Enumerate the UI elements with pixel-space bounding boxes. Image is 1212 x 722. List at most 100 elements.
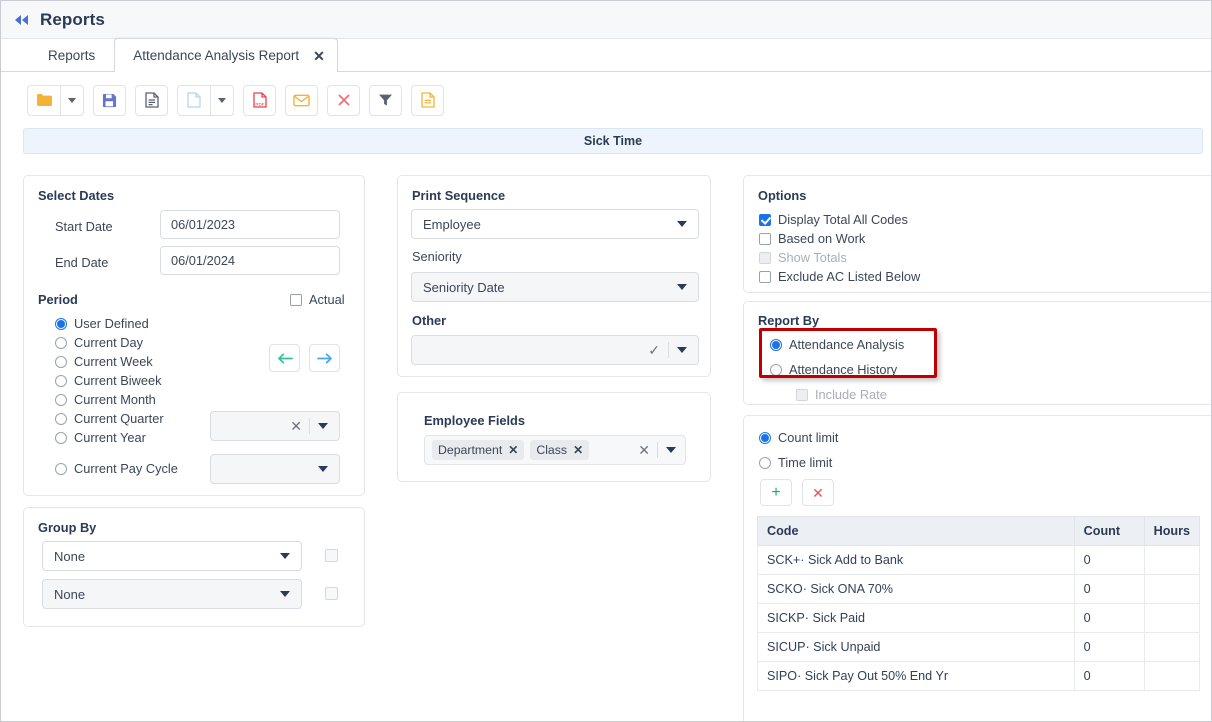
pay-cycle-select[interactable] [210, 454, 340, 484]
period-option-current-biweek[interactable]: Current Biweek [55, 373, 161, 388]
remove-code-button[interactable]: ✕ [802, 479, 834, 506]
column-header-hours[interactable]: Hours [1143, 516, 1201, 546]
group-by-first-select[interactable]: None [42, 541, 302, 571]
period-option-label: User Defined [74, 316, 149, 331]
seniority-select[interactable]: Seniority Date [411, 272, 699, 302]
radio-time-limit[interactable] [759, 456, 771, 469]
column-header-code[interactable]: Code [757, 516, 1075, 546]
delete-button[interactable] [327, 84, 360, 116]
radio-user-defined[interactable] [55, 317, 67, 330]
chip-remove-icon[interactable]: ✕ [573, 443, 583, 457]
limit-and-codes-panel: Count limit Time limit + ✕ Code Count Ho… [743, 415, 1211, 721]
period-option-label: Current Month [74, 392, 156, 407]
report-by-attendance-analysis[interactable]: Attendance Analysis [770, 337, 904, 352]
filter-button[interactable] [369, 84, 402, 116]
tab-close-icon[interactable]: ✕ [313, 49, 325, 63]
radio-current-day[interactable] [55, 336, 67, 349]
tab-reports[interactable]: Reports [29, 38, 114, 71]
radio-attendance-analysis[interactable] [770, 338, 782, 351]
cell-code: SCK+· Sick Add to Bank [757, 545, 1075, 575]
group-by-panel: Group By None None [23, 507, 365, 627]
chip-remove-icon[interactable]: ✕ [508, 443, 518, 457]
chip-class[interactable]: Class ✕ [530, 440, 590, 460]
period-option-current-month[interactable]: Current Month [55, 392, 156, 407]
export-pdf-button[interactable]: PDF [243, 84, 276, 116]
cell-code: SICKP· Sick Paid [757, 603, 1075, 633]
clear-all-icon[interactable]: ✕ [638, 443, 657, 457]
group-by-second-select[interactable]: None [42, 579, 302, 609]
radio-current-year[interactable] [55, 431, 67, 444]
radio-current-biweek[interactable] [55, 374, 67, 387]
table-row[interactable]: SCK+· Sick Add to Bank 0 [757, 545, 1201, 575]
employee-fields-multiselect[interactable]: Department ✕ Class ✕ ✕ [424, 435, 686, 465]
chip-department[interactable]: Department ✕ [432, 440, 525, 460]
radio-current-month[interactable] [55, 393, 67, 406]
double-chevron-left-icon[interactable] [15, 14, 28, 25]
arrow-right-icon [316, 353, 332, 363]
table-row[interactable]: SICUP· Sick Unpaid 0 [757, 632, 1201, 662]
checkbox-based-on-work[interactable] [759, 232, 771, 245]
option-based-on-work[interactable]: Based on Work [759, 231, 865, 246]
period-value-select[interactable]: ✕ [210, 411, 340, 441]
save-button[interactable] [93, 84, 126, 116]
table-row[interactable]: SIPO· Sick Pay Out 50% End Yr 0 [757, 661, 1201, 691]
checkbox-display-total-all-codes[interactable] [759, 213, 771, 226]
new-document-button[interactable] [177, 84, 210, 116]
tab-label: Reports [48, 47, 96, 63]
checkbox-exclude-ac-listed-below[interactable] [759, 270, 771, 283]
table-row[interactable]: SICKP· Sick Paid 0 [757, 603, 1201, 633]
employee-fields-title: Employee Fields [424, 413, 525, 428]
radio-current-pay-cycle[interactable] [55, 462, 67, 475]
limit-option-count[interactable]: Count limit [759, 430, 838, 445]
period-option-user-defined[interactable]: User Defined [55, 316, 149, 331]
print-sequence-value: Employee [423, 216, 481, 232]
add-code-button[interactable]: + [760, 479, 792, 506]
start-date-input[interactable]: 06/01/2023 [160, 210, 340, 239]
report-button[interactable] [135, 84, 168, 116]
new-document-dropdown[interactable] [210, 84, 234, 116]
tab-bar: Reports Attendance Analysis Report ✕ [1, 38, 1211, 72]
open-folder-button[interactable] [27, 84, 60, 116]
chip-label: Class [536, 443, 568, 457]
period-option-current-week[interactable]: Current Week [55, 354, 153, 369]
option-display-total-all-codes[interactable]: Display Total All Codes [759, 212, 908, 227]
previous-period-button[interactable] [269, 344, 300, 372]
next-period-button[interactable] [309, 344, 340, 372]
chevron-down-icon [677, 284, 687, 290]
report-by-attendance-history[interactable]: Attendance History [770, 362, 897, 377]
radio-current-week[interactable] [55, 355, 67, 368]
chevron-down-icon [280, 553, 290, 559]
print-sequence-select[interactable]: Employee [411, 209, 699, 239]
page-title: Reports [40, 9, 105, 29]
group-by-first-checkbox[interactable] [325, 549, 338, 562]
table-row[interactable]: SCKO· Sick ONA 70% 0 [757, 574, 1201, 604]
radio-attendance-history[interactable] [770, 363, 782, 376]
period-option-label: Current Week [74, 354, 153, 369]
period-option-current-year[interactable]: Current Year [55, 430, 146, 445]
radio-count-limit[interactable] [759, 431, 771, 444]
cell-hours [1143, 603, 1201, 633]
option-exclude-ac-listed-below[interactable]: Exclude AC Listed Below [759, 269, 920, 284]
end-date-input[interactable]: 06/01/2024 [160, 246, 340, 275]
period-option-current-day[interactable]: Current Day [55, 335, 143, 350]
notes-button[interactable] [411, 84, 444, 116]
limit-option-time[interactable]: Time limit [759, 455, 832, 470]
email-button[interactable] [285, 84, 318, 116]
column-header-count[interactable]: Count [1073, 516, 1145, 546]
actual-checkbox[interactable] [290, 293, 302, 306]
radio-current-quarter[interactable] [55, 412, 67, 425]
reports-window: Reports Reports Attendance Analysis Repo… [0, 0, 1212, 722]
clear-icon[interactable]: ✕ [290, 419, 309, 433]
include-rate-label: Include Rate [815, 387, 887, 402]
group-by-first-value: None [54, 548, 86, 564]
period-option-current-pay-cycle[interactable]: Current Pay Cycle [55, 461, 178, 476]
group-by-second-checkbox[interactable] [325, 587, 338, 600]
check-icon[interactable]: ✓ [648, 342, 668, 359]
period-option-label: Current Day [74, 335, 143, 350]
actual-checkbox-row[interactable]: Actual [290, 292, 345, 307]
open-folder-dropdown[interactable] [60, 84, 84, 116]
other-select[interactable]: ✓ [411, 335, 699, 365]
period-option-current-quarter[interactable]: Current Quarter [55, 411, 164, 426]
tab-attendance-analysis-report[interactable]: Attendance Analysis Report ✕ [114, 38, 338, 72]
checkbox-include-rate [796, 388, 808, 401]
